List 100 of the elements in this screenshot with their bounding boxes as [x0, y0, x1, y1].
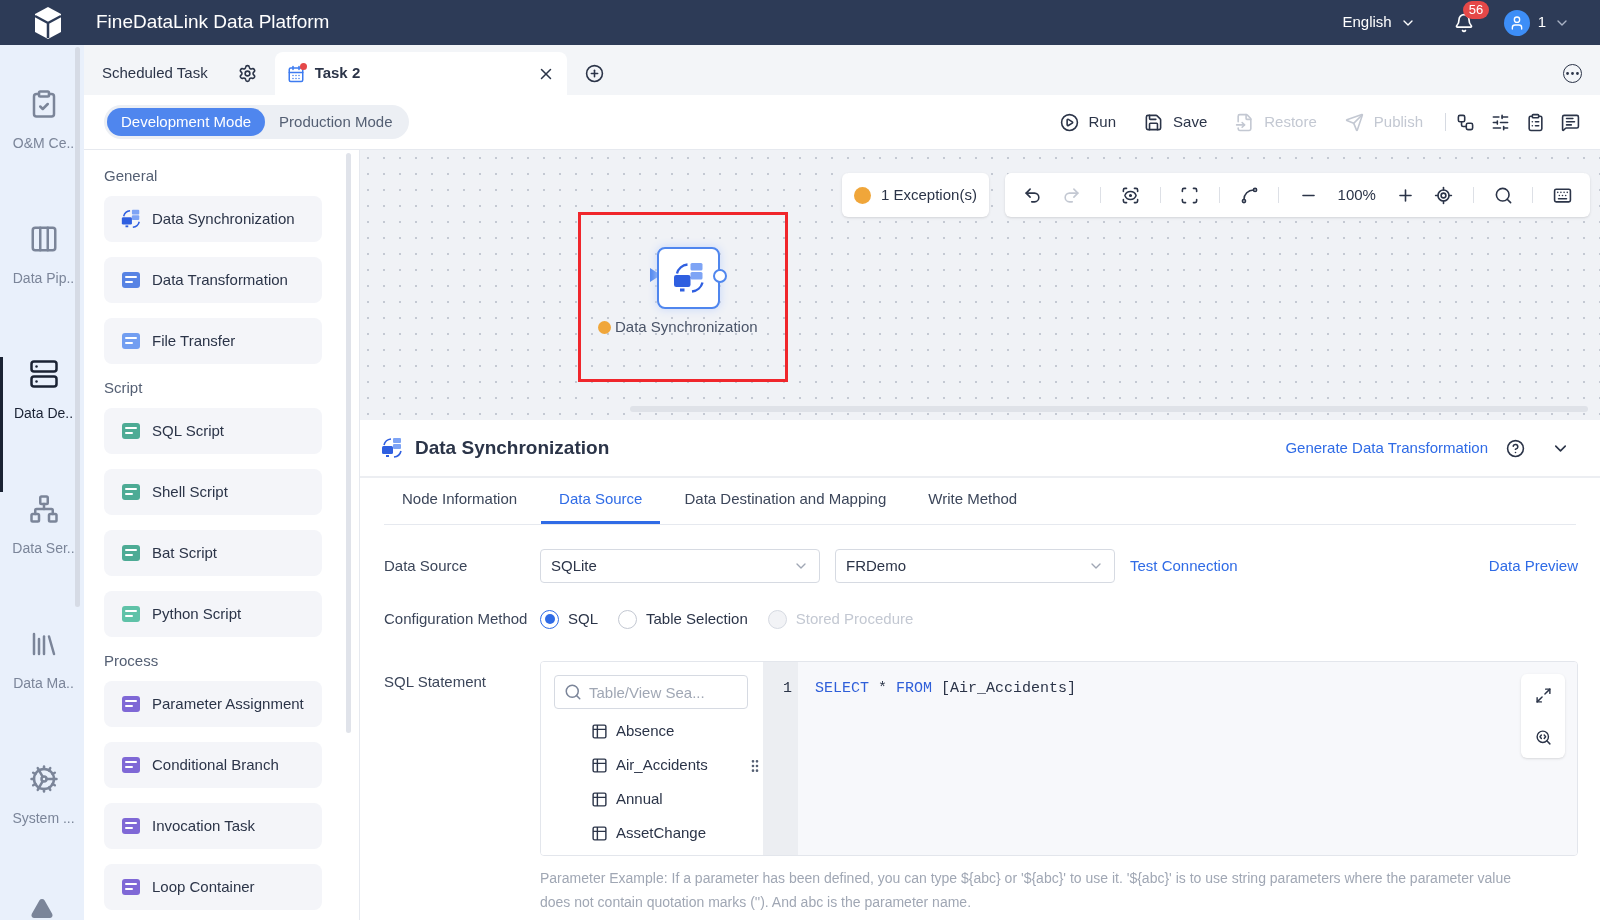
- fit-view-icon[interactable]: [1180, 185, 1200, 205]
- node-label: Data Synchronization: [615, 317, 758, 337]
- panel-title: Data Synchronization: [415, 435, 610, 460]
- action-icon: [1235, 112, 1255, 132]
- palette-item[interactable]: Parameter Assignment: [104, 681, 322, 727]
- palette-item[interactable]: Python Script: [104, 591, 322, 637]
- connection-select[interactable]: FRDemo: [835, 549, 1115, 583]
- tab[interactable]: Task 2: [274, 52, 567, 95]
- connector-style-icon[interactable]: [1239, 185, 1259, 205]
- undo-icon[interactable]: [1023, 185, 1042, 205]
- sliders-icon[interactable]: [1491, 112, 1510, 132]
- mode-toggle[interactable]: Development Mode: [107, 108, 266, 136]
- mode-toggle[interactable]: Production Mode: [265, 108, 407, 136]
- line-number: 1: [783, 680, 792, 697]
- table-icon: [591, 756, 608, 774]
- expand-icon[interactable]: [1534, 686, 1552, 704]
- table-list-item[interactable]: Annual: [591, 787, 763, 811]
- format-search-icon[interactable]: [1534, 728, 1552, 746]
- nav-label: Data Pip..: [12, 269, 75, 288]
- user-avatar[interactable]: [1503, 9, 1530, 36]
- table-icon: [591, 824, 608, 842]
- task-calendar-icon: [286, 64, 305, 83]
- palette-item[interactable]: Invocation Task: [104, 803, 322, 849]
- section-title: Script: [104, 378, 144, 398]
- node-type-icon: [120, 330, 142, 352]
- nav-label: O&M Ce..: [12, 134, 75, 153]
- panel-tab[interactable]: Data Source: [541, 478, 661, 524]
- node-type-icon: [120, 876, 142, 898]
- node-type-icon: [120, 603, 142, 625]
- node-type-icon: [120, 481, 142, 503]
- field-label: Data Source: [384, 555, 469, 576]
- table-list-item[interactable]: Absence: [591, 719, 763, 743]
- palette-item[interactable]: Data Transformation: [104, 257, 322, 303]
- search-icon[interactable]: [1493, 185, 1513, 205]
- test-connection-link[interactable]: Test Connection: [1130, 554, 1238, 578]
- clipboard-icon[interactable]: [1526, 112, 1545, 132]
- add-tab-icon[interactable]: [584, 64, 604, 83]
- palette-item[interactable]: Conditional Branch: [104, 742, 322, 788]
- table-icon: [591, 790, 608, 808]
- nav-icon: [28, 494, 59, 524]
- source-type-select[interactable]: SQLite: [540, 549, 820, 583]
- parameter-help-text: Parameter Example: If a parameter has been defined, you can type ${abc} or '${abc}' to use it. '${abc}' is to use string parameters where the parameter value does not contain quotation marks (''). And abc is the parameter name.: [540, 869, 1513, 912]
- settings-icon[interactable]: [237, 64, 257, 83]
- notification-count: 56: [1462, 0, 1490, 19]
- table-list-item[interactable]: Air_Accidents: [591, 753, 763, 777]
- tab-label: Scheduled Task: [102, 63, 208, 84]
- palette-item[interactable]: File Transfer: [104, 318, 322, 364]
- tab-label: Task 2: [314, 63, 362, 84]
- toolbar-action[interactable]: Run: [1059, 110, 1117, 134]
- lineage-icon[interactable]: [1456, 112, 1475, 132]
- panel-tab[interactable]: Write Method: [910, 478, 1036, 524]
- nav-label: Data Ma..: [13, 674, 74, 693]
- node-port-out-icon: [713, 269, 727, 283]
- node-type-icon: [120, 693, 142, 715]
- sql-code: SELECT * FROM [Air_Accidents]: [815, 680, 1077, 697]
- palette-item[interactable]: Data Synchronization: [104, 196, 322, 242]
- radio-option[interactable]: SQL: [540, 607, 598, 631]
- palette-item[interactable]: Bat Script: [104, 530, 322, 576]
- table-icon: [591, 722, 608, 740]
- palette-item[interactable]: SQL Script: [104, 408, 322, 454]
- panel-tab[interactable]: Data Destination and Mapping: [666, 478, 905, 524]
- sync-node-icon: [120, 208, 142, 230]
- preview-icon[interactable]: [1120, 185, 1140, 205]
- action-icon: [1059, 112, 1079, 132]
- section-title: Process: [104, 651, 160, 671]
- app-title: FineDataLink Data Platform: [96, 10, 330, 35]
- nav-icon: [28, 764, 59, 794]
- panel-tab[interactable]: Node Information: [384, 478, 536, 524]
- palette-item[interactable]: Loop Container: [104, 864, 322, 910]
- tab[interactable]: Scheduled Task: [102, 52, 275, 95]
- field-label: SQL Statement: [384, 672, 487, 692]
- comment-icon[interactable]: [1561, 112, 1580, 132]
- user-name: 1: [1537, 12, 1546, 33]
- exception-badge[interactable]: 1 Exception(s): [842, 173, 989, 217]
- nav-label: Data Ser..: [12, 539, 75, 558]
- language-dropdown[interactable]: English: [1342, 11, 1416, 34]
- generate-link[interactable]: Generate Data Transformation: [1285, 436, 1488, 460]
- section-title: General: [104, 166, 159, 186]
- node-type-icon: [120, 754, 142, 776]
- keyboard-icon[interactable]: [1552, 185, 1572, 205]
- notification-bell-icon[interactable]: [1453, 12, 1474, 33]
- zoom-level: 100%: [1337, 184, 1376, 205]
- locate-icon[interactable]: [1434, 185, 1454, 205]
- radio-option[interactable]: Table Selection: [618, 607, 748, 631]
- sync-node[interactable]: [657, 247, 720, 309]
- action-icon: [1344, 112, 1364, 132]
- nav-icon: [28, 359, 59, 389]
- node-type-icon: [120, 815, 142, 837]
- palette-item[interactable]: Shell Script: [104, 469, 322, 515]
- nav-label: System ...: [12, 809, 75, 828]
- search-icon: [564, 683, 582, 701]
- action-icon: [1144, 112, 1164, 132]
- toolbar-action[interactable]: Save: [1144, 110, 1208, 134]
- help-icon[interactable]: [1506, 438, 1525, 458]
- node-type-icon: [120, 542, 142, 564]
- node-type-icon: [120, 269, 142, 291]
- nav-label: Data De..: [13, 404, 74, 423]
- table-list-item[interactable]: AssetChange: [591, 821, 763, 845]
- data-preview-link[interactable]: Data Preview: [1488, 554, 1578, 578]
- table-search-field[interactable]: Table/View Sea...: [554, 675, 748, 709]
